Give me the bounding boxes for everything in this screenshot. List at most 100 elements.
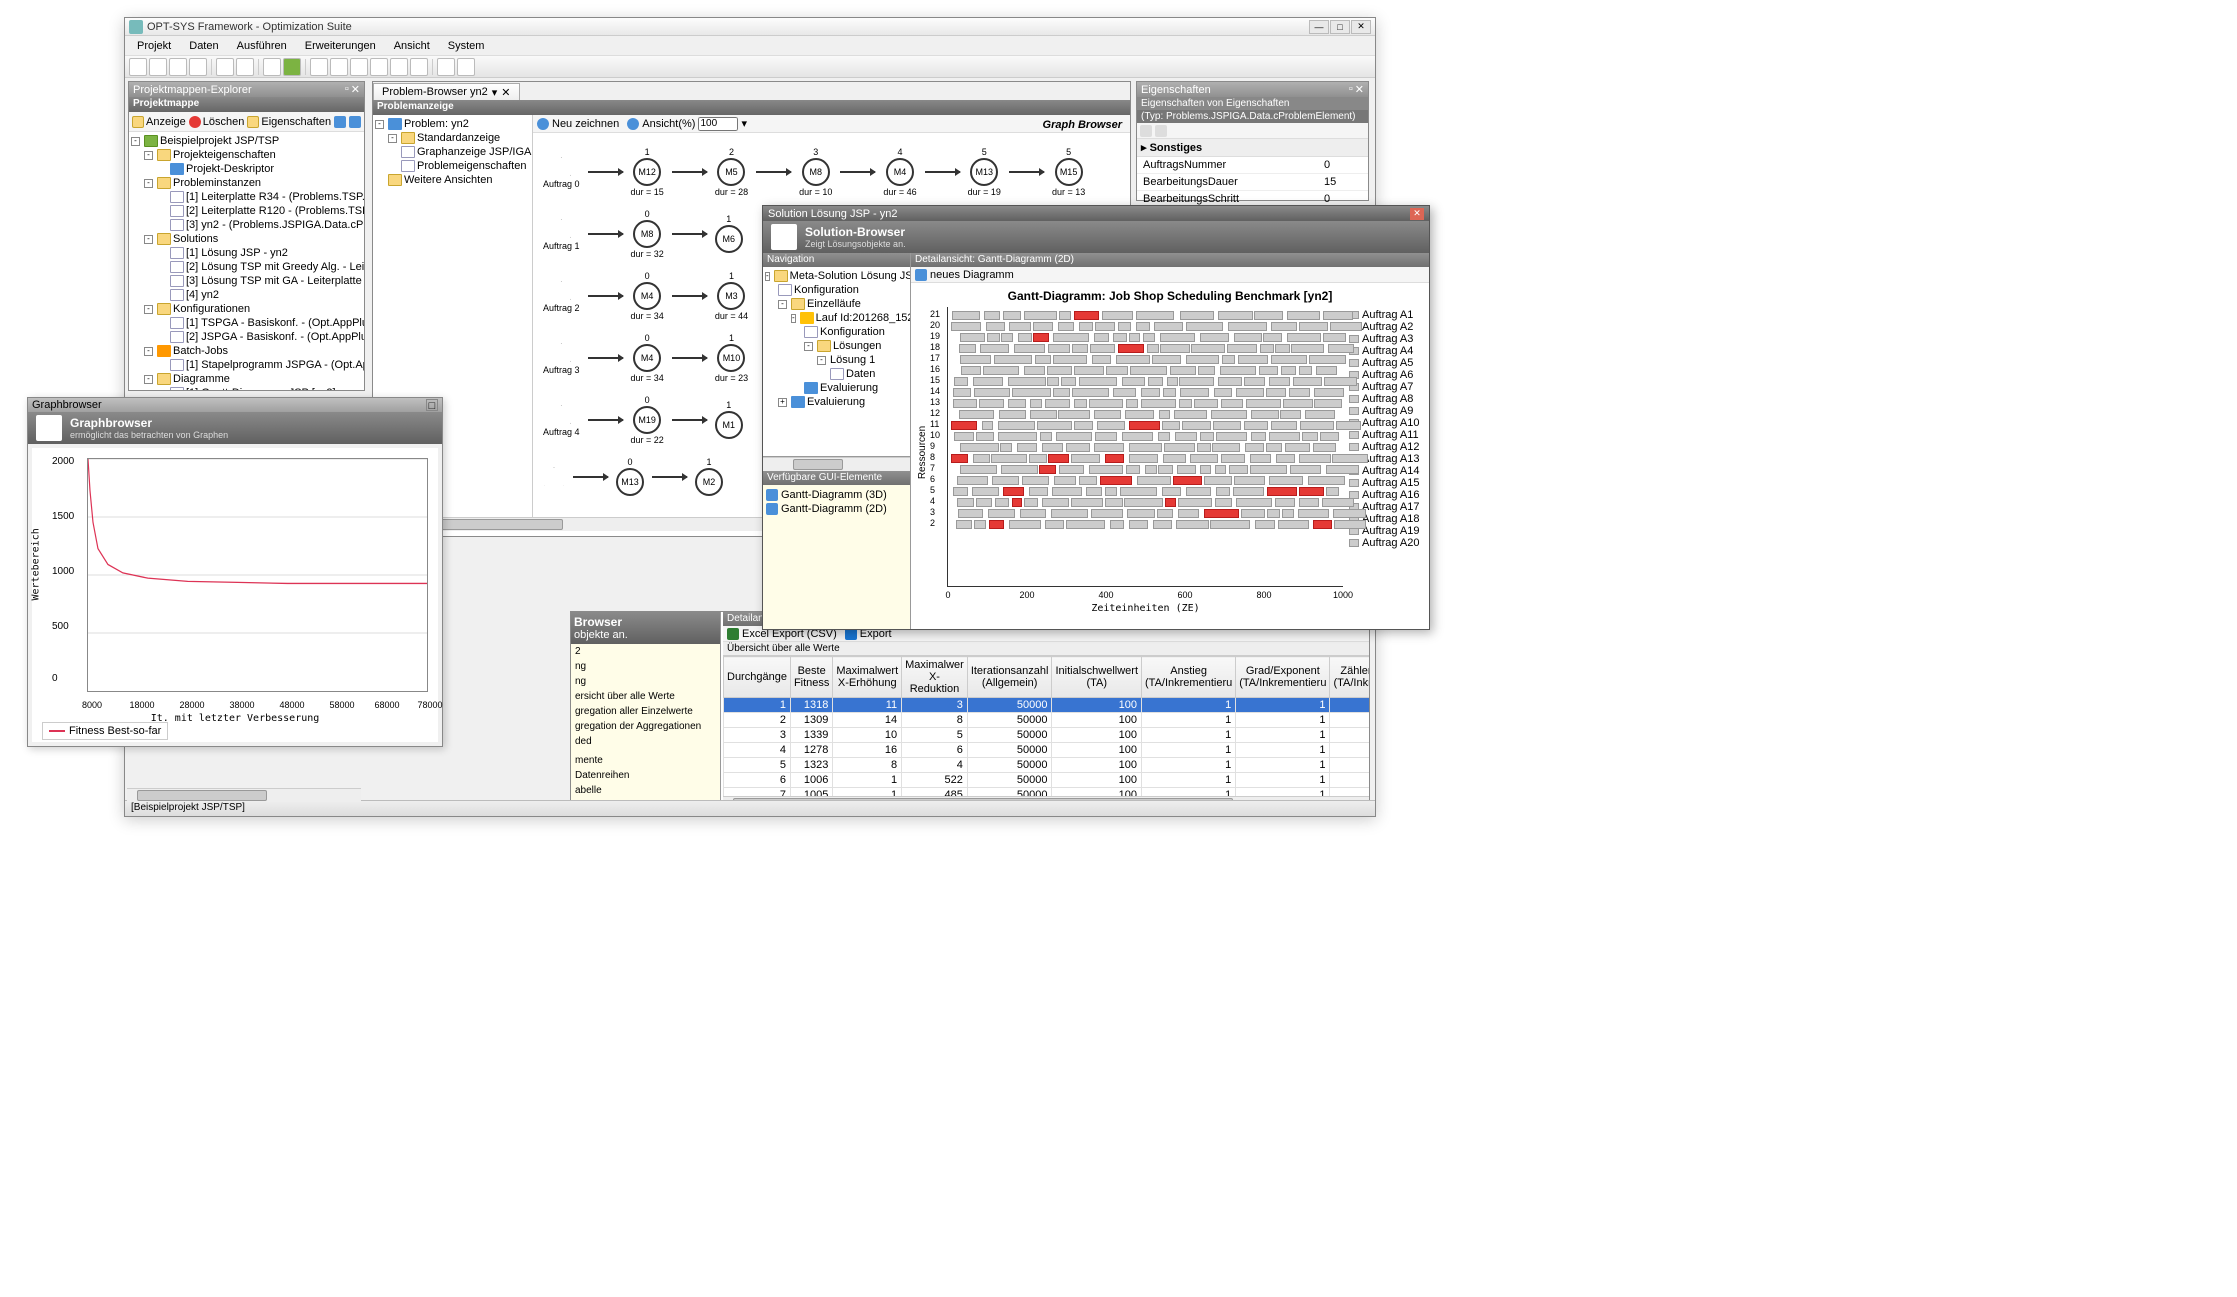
gantt-bar[interactable] [1334,520,1366,529]
eval-table[interactable]: DurchgängeBeste FitnessMaximalwert X-Erh… [723,656,1369,796]
gantt-bar[interactable] [1299,454,1331,463]
gantt-bar[interactable] [1174,410,1207,419]
gantt-bar[interactable] [1177,465,1196,474]
tree-batch[interactable]: -Batch-Jobs [131,344,362,358]
gantt-bar[interactable] [1029,454,1047,463]
solution-close-button[interactable]: ✕ [1410,208,1424,220]
gantt-bar[interactable] [1120,487,1157,496]
tree-konf1[interactable]: [1] TSPGA - Basiskonf. - (Opt.AppPlugins… [131,316,362,330]
nav-loesungen[interactable]: -Lösungen [765,339,908,353]
table-header[interactable]: Maximalwert X-Erhöhung [833,657,902,698]
gantt-bar[interactable] [1267,509,1280,518]
gantt-bar[interactable] [979,399,1004,408]
gantt-bar[interactable] [1299,487,1324,496]
gantt-bar[interactable] [1179,377,1214,386]
toolbar-button-2[interactable] [149,58,167,76]
machine-node[interactable]: M3 [717,282,745,310]
eval-nav-item[interactable]: 2 [571,644,720,659]
gantt-bar[interactable] [1316,366,1336,375]
gantt-bar[interactable] [1255,520,1275,529]
gantt-bar[interactable] [1293,377,1323,386]
gantt-bar[interactable] [1158,465,1173,474]
gantt-bar[interactable] [960,333,985,342]
tree-deskriptor[interactable]: Projekt-Deskriptor [131,162,362,176]
gantt-bar[interactable] [1326,465,1359,474]
gantt-bar[interactable] [1053,355,1088,364]
table-header[interactable]: Zählerschwelle (TA/Inkrementieru [1330,657,1369,698]
minimize-button[interactable]: — [1309,20,1329,34]
gantt-bar[interactable] [1009,322,1031,331]
gantt-bar[interactable] [1282,509,1294,518]
start-node-icon[interactable] [550,342,572,364]
machine-node[interactable]: M6 [715,225,743,253]
gantt-bar[interactable] [983,366,1019,375]
gantt-bar[interactable] [1266,388,1286,397]
gantt-bar[interactable] [976,432,994,441]
tree-solutions[interactable]: -Solutions [131,232,362,246]
gantt-bar[interactable] [1159,410,1170,419]
gantt-bar[interactable] [1167,377,1178,386]
gantt-bar[interactable] [1182,421,1211,430]
gantt-bar[interactable] [1323,333,1346,342]
gantt-bar[interactable] [958,509,983,518]
gantt-bar[interactable] [988,509,1015,518]
start-node-icon[interactable] [550,156,572,178]
gantt-bar[interactable] [1033,322,1054,331]
prop-row[interactable]: BearbeitungsDauer [1137,174,1318,191]
new-diagram-button[interactable]: neues Diagramm [930,269,1014,281]
gantt-bar[interactable] [1269,432,1300,441]
gantt-bar[interactable] [960,355,991,364]
nav-eval2[interactable]: +Evaluierung [765,395,908,409]
gantt-bar[interactable] [973,377,1003,386]
anzeige-button[interactable]: Anzeige [132,116,186,128]
gantt-bar[interactable] [1059,311,1071,320]
toolbar-button-11[interactable] [350,58,368,76]
gantt-bar[interactable] [1129,333,1140,342]
menu-ansicht[interactable]: Ansicht [386,38,438,54]
gantt-bar[interactable] [1129,443,1162,452]
gantt-bar[interactable] [1165,498,1176,507]
gantt-bar[interactable] [951,454,968,463]
gantt-bar[interactable] [1001,333,1013,342]
gantt-bar[interactable] [1299,366,1312,375]
table-row[interactable]: 113181135000010011100011 [724,698,1370,713]
gantt-bar[interactable] [1094,443,1125,452]
tree-root[interactable]: -Beispielprojekt JSP/TSP [131,134,362,148]
machine-node[interactable]: M13 [616,468,644,496]
toolbar-button-10[interactable] [330,58,348,76]
gantt-bar[interactable] [1089,399,1123,408]
toolbar-button-9[interactable] [310,58,328,76]
gantt-bar[interactable] [1275,344,1289,353]
gantt-bar[interactable] [1066,443,1090,452]
gantt-bar[interactable] [1014,344,1045,353]
gantt-bar[interactable] [1024,311,1057,320]
gantt-bar[interactable] [1122,432,1154,441]
tree-sol2[interactable]: [2] Lösung TSP mit Greedy Alg. - Leiterp… [131,260,362,274]
gantt-bar[interactable] [1129,520,1148,529]
gantt-bar[interactable] [1030,399,1042,408]
gantt-bar[interactable] [1263,333,1282,342]
gantt-bar[interactable] [1160,344,1189,353]
gantt-bar[interactable] [1179,399,1192,408]
gantt-bar[interactable] [1035,355,1051,364]
gantt-bar[interactable] [1022,476,1049,485]
gantt-bar[interactable] [999,410,1026,419]
table-header[interactable]: Durchgänge [724,657,791,698]
gantt-bar[interactable] [957,476,988,485]
table-row[interactable]: 7100514855000010011100011 [724,788,1370,797]
gantt-bar[interactable] [1250,465,1286,474]
gantt-bar[interactable] [1233,487,1265,496]
gantt-bar[interactable] [1244,421,1268,430]
eval-nav-item[interactable]: gregation aller Einzelwerte [571,704,720,719]
toolbar-run-button[interactable] [283,58,301,76]
gantt-bar[interactable] [1170,366,1195,375]
gantt-bar[interactable] [1260,344,1274,353]
gantt-bar[interactable] [1281,366,1296,375]
gantt-bar[interactable] [1048,454,1069,463]
zoom-icon[interactable] [627,118,639,130]
gantt-bar[interactable] [1152,355,1182,364]
tree-sol3[interactable]: [3] Lösung TSP mit GA - Leiterplatte R34 [131,274,362,288]
gantt-bar[interactable] [1191,344,1225,353]
gantt-bar[interactable] [1125,410,1154,419]
gantt-bar[interactable] [1326,487,1339,496]
